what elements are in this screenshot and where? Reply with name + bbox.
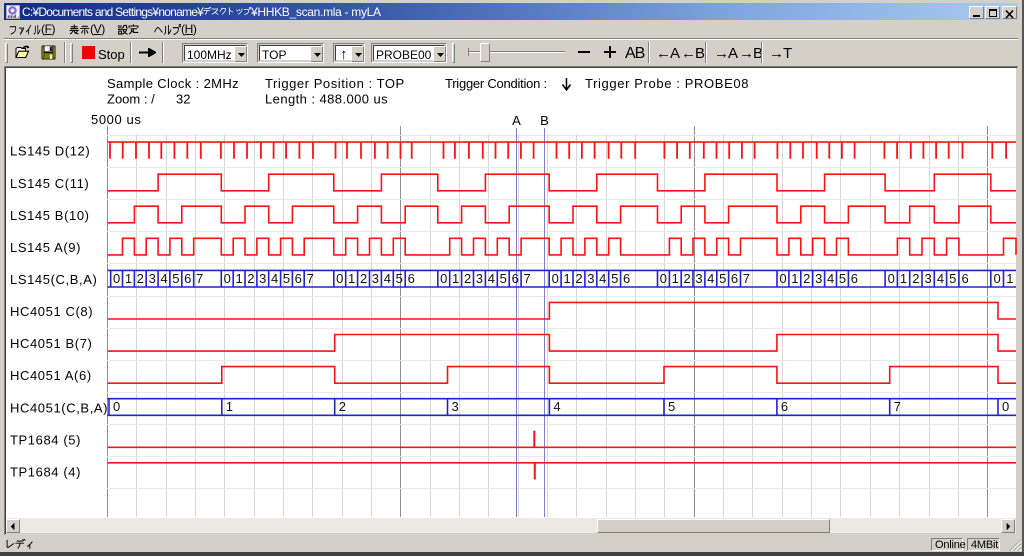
svg-text:HC4051 B(7): HC4051 B(7) — [10, 336, 92, 351]
svg-text:7: 7 — [523, 271, 530, 286]
svg-text:5: 5 — [839, 271, 846, 286]
svg-text:0: 0 — [336, 271, 343, 286]
svg-text:0: 0 — [888, 271, 895, 286]
svg-text:3: 3 — [587, 271, 594, 286]
svg-text:2: 2 — [575, 271, 582, 286]
svg-text:2: 2 — [339, 399, 346, 414]
svg-text:6: 6 — [731, 271, 738, 286]
svg-text:1: 1 — [348, 271, 355, 286]
svg-text:B: B — [540, 113, 549, 128]
svg-text:HC4051(C,B,A): HC4051(C,B,A) — [10, 400, 108, 415]
svg-text:4: 4 — [488, 271, 495, 286]
svg-text:5: 5 — [283, 271, 290, 286]
svg-text:2: 2 — [912, 271, 919, 286]
svg-text:2: 2 — [247, 271, 254, 286]
svg-text:HC4051 A(6): HC4051 A(6) — [10, 368, 92, 383]
svg-text:LS145 B(10): LS145 B(10) — [10, 208, 90, 223]
svg-text:3: 3 — [259, 271, 266, 286]
svg-text:Trigger Position : TOP: Trigger Position : TOP — [265, 76, 405, 91]
svg-text:A: A — [512, 113, 521, 128]
svg-text:LS145 D(12): LS145 D(12) — [10, 144, 90, 159]
svg-text:5: 5 — [172, 271, 179, 286]
svg-text:3: 3 — [924, 271, 931, 286]
svg-text:0: 0 — [440, 271, 447, 286]
svg-text:1: 1 — [125, 271, 132, 286]
svg-text:Length : 488.000 us: Length : 488.000 us — [265, 92, 388, 107]
svg-text:1: 1 — [235, 271, 242, 286]
svg-text:LS145 A(9): LS145 A(9) — [10, 240, 81, 255]
svg-text:32: 32 — [176, 92, 190, 107]
svg-text:TP1684 (5): TP1684 (5) — [10, 432, 81, 447]
svg-text:myLA: myLA — [8, 15, 21, 20]
svg-text:Sample Clock : 2MHz: Sample Clock : 2MHz — [107, 76, 239, 91]
svg-text:4: 4 — [599, 271, 606, 286]
svg-text:LS145(C,B,A): LS145(C,B,A) — [10, 272, 97, 287]
svg-text:4: 4 — [707, 271, 714, 286]
svg-text:3: 3 — [815, 271, 822, 286]
svg-text:1: 1 — [672, 271, 679, 286]
svg-text:4: 4 — [553, 399, 560, 414]
svg-text:6: 6 — [623, 271, 630, 286]
svg-text:1: 1 — [563, 271, 570, 286]
svg-text:3: 3 — [695, 271, 702, 286]
svg-text:6: 6 — [408, 271, 415, 286]
svg-text:1: 1 — [791, 271, 798, 286]
svg-text:5000 us: 5000 us — [91, 112, 141, 127]
svg-text:3: 3 — [149, 271, 156, 286]
svg-text:0: 0 — [1002, 399, 1009, 414]
svg-text:1: 1 — [1006, 271, 1013, 286]
svg-text:0: 0 — [552, 271, 559, 286]
svg-text:0: 0 — [660, 271, 667, 286]
svg-text:Trigger Probe : PROBE08: Trigger Probe : PROBE08 — [585, 76, 749, 91]
svg-text:6: 6 — [184, 271, 191, 286]
svg-text:5: 5 — [949, 271, 956, 286]
svg-text:5: 5 — [719, 271, 726, 286]
svg-text:5: 5 — [611, 271, 618, 286]
svg-text:1: 1 — [452, 271, 459, 286]
svg-text:1: 1 — [900, 271, 907, 286]
svg-text:1: 1 — [226, 399, 233, 414]
svg-text:6: 6 — [512, 271, 519, 286]
svg-text:0: 0 — [993, 271, 1000, 286]
svg-text:LS145 C(11): LS145 C(11) — [10, 176, 89, 191]
svg-text:6: 6 — [295, 271, 302, 286]
svg-text:4: 4 — [937, 271, 944, 286]
svg-text:3: 3 — [476, 271, 483, 286]
svg-text:2: 2 — [683, 271, 690, 286]
svg-text:5: 5 — [396, 271, 403, 286]
svg-text:3: 3 — [372, 271, 379, 286]
svg-text:0: 0 — [113, 399, 120, 414]
svg-text:4: 4 — [271, 271, 278, 286]
svg-text:6: 6 — [781, 399, 788, 414]
svg-text:0: 0 — [779, 271, 786, 286]
svg-text:5: 5 — [668, 399, 675, 414]
svg-text:4: 4 — [160, 271, 167, 286]
svg-text:4: 4 — [827, 271, 834, 286]
svg-text:2: 2 — [464, 271, 471, 286]
svg-text:4: 4 — [384, 271, 391, 286]
svg-text:3: 3 — [452, 399, 459, 414]
svg-text:2: 2 — [360, 271, 367, 286]
svg-text:6: 6 — [851, 271, 858, 286]
svg-text:6: 6 — [961, 271, 968, 286]
svg-text:HC4051 C(8): HC4051 C(8) — [10, 304, 93, 319]
svg-text:7: 7 — [307, 271, 314, 286]
svg-text:7: 7 — [196, 271, 203, 286]
svg-text:2: 2 — [137, 271, 144, 286]
svg-text:Zoom : /: Zoom : / — [107, 92, 155, 107]
svg-text:0: 0 — [113, 271, 120, 286]
svg-text:2: 2 — [803, 271, 810, 286]
svg-text:TP1684 (4): TP1684 (4) — [10, 464, 81, 479]
svg-text:7: 7 — [894, 399, 901, 414]
svg-text:0: 0 — [224, 271, 231, 286]
svg-text:7: 7 — [743, 271, 750, 286]
svg-text:5: 5 — [500, 271, 507, 286]
svg-text:Trigger Condition :: Trigger Condition : — [445, 76, 547, 91]
